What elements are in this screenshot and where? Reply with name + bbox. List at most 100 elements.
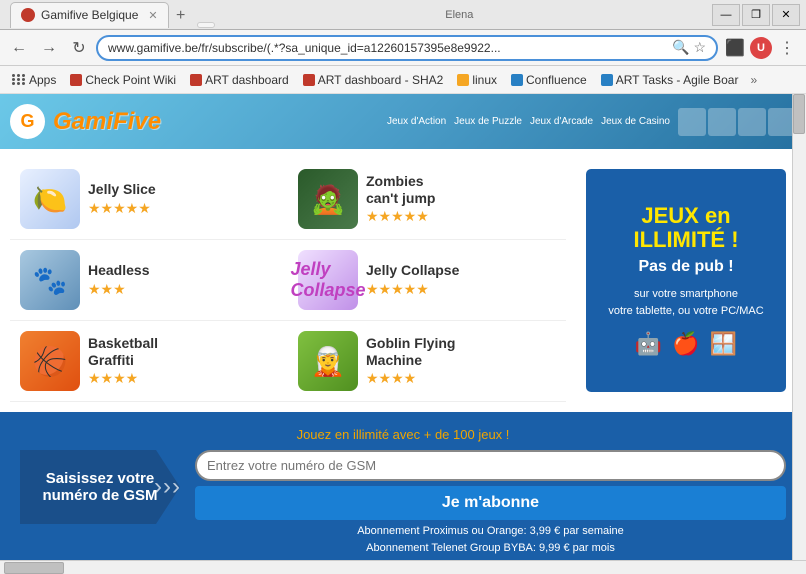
nav-cat-4[interactable]: Jeux de Casino bbox=[601, 116, 670, 127]
main-area: G GamiFive Jeux d'Action Jeux de Puzzle … bbox=[0, 94, 806, 560]
bookmark-checkpoint[interactable]: Check Point Wiki bbox=[64, 71, 182, 89]
bookmark-favicon-1 bbox=[70, 74, 82, 86]
game-thumb-4: JellyCollapse bbox=[298, 250, 358, 310]
apple-icon: 🍎 bbox=[672, 331, 699, 357]
scrollbar-thumb[interactable] bbox=[793, 94, 805, 134]
game-stars-4: ★★★★★ bbox=[366, 281, 556, 298]
gamifive-logo-text[interactable]: GamiFive bbox=[53, 108, 161, 136]
bookmark-art-sha[interactable]: ART dashboard - SHA2 bbox=[297, 71, 450, 89]
platform-icons: 🤖 🍎 🪟 bbox=[635, 331, 737, 357]
forward-button[interactable]: → bbox=[36, 35, 62, 61]
tab-close-button[interactable]: ✕ bbox=[148, 9, 157, 22]
nav-categories: Jeux d'Action Jeux de Puzzle Jeux d'Arca… bbox=[387, 116, 670, 127]
elena-label: Elena bbox=[445, 9, 473, 21]
promo-title: JEUX enILLIMITÉ !Pas de pub ! bbox=[633, 204, 738, 277]
tab-favicon bbox=[21, 8, 35, 22]
address-text: www.gamifive.be/fr/subscribe/(.*?sa_uniq… bbox=[108, 41, 672, 55]
chevron-3: › bbox=[172, 473, 180, 501]
subscription-inner: Saisissez votre numéro de GSM › › › Je m… bbox=[20, 450, 786, 560]
cat-thumb-3 bbox=[738, 108, 766, 136]
close-button[interactable]: ✕ bbox=[772, 4, 800, 26]
bookmark-linux[interactable]: linux bbox=[451, 71, 503, 89]
toolbar-right: ⬛ U ⋮ bbox=[722, 35, 800, 61]
game-thumb-2: 🧟 bbox=[298, 169, 358, 229]
subscription-left: Saisissez votre numéro de GSM › › › bbox=[20, 450, 180, 524]
game-thumb-6: 🧝 bbox=[298, 331, 358, 391]
bookmark-art[interactable]: ART dashboard bbox=[184, 71, 295, 89]
game-info-3: Headless ★★★ bbox=[88, 262, 278, 298]
bookmark-favicon-4 bbox=[457, 74, 469, 86]
game-info-5: BasketballGraffiti ★★★★ bbox=[88, 335, 278, 388]
game-item-1[interactable]: 🍋 Jelly Slice ★★★★★ bbox=[10, 159, 288, 240]
nav-cat-2[interactable]: Jeux de Puzzle bbox=[454, 116, 522, 127]
bookmark-confluence[interactable]: Confluence bbox=[505, 71, 593, 89]
new-tab-button[interactable]: + bbox=[169, 4, 193, 28]
bookmark-favicon-2 bbox=[190, 74, 202, 86]
scrollbar-track[interactable] bbox=[792, 94, 806, 560]
bookmark-favicon-5 bbox=[511, 74, 523, 86]
menu-icon[interactable]: ⋮ bbox=[774, 35, 800, 61]
game-title-5: BasketballGraffiti bbox=[88, 335, 278, 369]
title-bar: Gamifive Belgique ✕ + Elena — ❐ ✕ bbox=[0, 0, 806, 30]
back-button[interactable]: ← bbox=[6, 35, 32, 61]
star-icon[interactable]: ☆ bbox=[693, 39, 706, 56]
game-info-2: Zombiescan't jump ★★★★★ bbox=[366, 173, 556, 226]
active-tab[interactable]: Gamifive Belgique ✕ bbox=[10, 2, 169, 28]
window-controls: — ❐ ✕ bbox=[712, 4, 800, 26]
games-section: 🍋 Jelly Slice ★★★★★ 🧟 Zombiescan't jump bbox=[0, 149, 806, 412]
windows-icon: 🪟 bbox=[710, 331, 737, 357]
address-icons: 🔍 ☆ bbox=[672, 39, 706, 56]
refresh-button[interactable]: ↻ bbox=[66, 35, 92, 61]
apps-bookmark[interactable]: Apps bbox=[6, 71, 62, 89]
bookmark-label-5: Confluence bbox=[526, 73, 587, 87]
subscription-info-2: Abonnement Telenet Group BYBA: 9,99 € pa… bbox=[195, 542, 786, 554]
game-item-6[interactable]: 🧝 Goblin FlyingMachine ★★★★ bbox=[288, 321, 566, 402]
game-item-5[interactable]: 🏀 BasketballGraffiti ★★★★ bbox=[10, 321, 288, 402]
bookmark-favicon-6 bbox=[601, 74, 613, 86]
bookmark-label-4: linux bbox=[472, 73, 497, 87]
cat-thumb-1 bbox=[678, 108, 706, 136]
tab-label: Gamifive Belgique bbox=[41, 8, 138, 22]
profile-icon[interactable]: U bbox=[750, 37, 772, 59]
maximize-button[interactable]: ❐ bbox=[742, 4, 770, 26]
game-stars-6: ★★★★ bbox=[366, 370, 556, 387]
game-item-3[interactable]: 🐾 Headless ★★★ bbox=[10, 240, 288, 321]
page-content: G GamiFive Jeux d'Action Jeux de Puzzle … bbox=[0, 94, 806, 574]
game-title-2: Zombiescan't jump bbox=[366, 173, 556, 207]
chevrons: › › › bbox=[154, 473, 180, 501]
promo-panel: JEUX enILLIMITÉ !Pas de pub ! sur votre … bbox=[586, 169, 786, 392]
horizontal-scrollbar[interactable] bbox=[0, 560, 806, 574]
chevron-2: › bbox=[163, 473, 171, 501]
search-icon[interactable]: 🔍 bbox=[672, 39, 689, 56]
bookmark-label-6: ART Tasks - Agile Boar bbox=[616, 73, 739, 87]
subscribe-button[interactable]: Je m'abonne bbox=[195, 486, 786, 520]
game-title-3: Headless bbox=[88, 262, 278, 279]
more-bookmarks-button[interactable]: » bbox=[746, 71, 761, 89]
extension-icon[interactable]: ⬛ bbox=[722, 35, 748, 61]
game-title-6: Goblin FlyingMachine bbox=[366, 335, 556, 369]
gamifive-logo-icon: G bbox=[10, 104, 45, 139]
gsm-input[interactable] bbox=[195, 450, 786, 481]
cat-thumb-2 bbox=[708, 108, 736, 136]
category-thumbnails bbox=[678, 108, 796, 136]
minimize-button[interactable]: — bbox=[712, 4, 740, 26]
nav-cat-3[interactable]: Jeux d'Arcade bbox=[530, 116, 593, 127]
game-stars-3: ★★★ bbox=[88, 281, 278, 298]
address-bar[interactable]: www.gamifive.be/fr/subscribe/(.*?sa_uniq… bbox=[96, 35, 718, 61]
gamifive-header: G GamiFive Jeux d'Action Jeux de Puzzle … bbox=[0, 94, 806, 149]
subscription-info-1: Abonnement Proximus ou Orange: 3,99 € pa… bbox=[195, 525, 786, 537]
game-stars-2: ★★★★★ bbox=[366, 208, 556, 225]
bookmark-label-3: ART dashboard - SHA2 bbox=[318, 73, 444, 87]
subscription-legal: En cliquant sur le bouton, je confirme a… bbox=[195, 559, 786, 560]
subscription-left-label: Saisissez votre numéro de GSM bbox=[30, 470, 170, 504]
bookmark-label-1: Check Point Wiki bbox=[85, 73, 176, 87]
hscrollbar-thumb[interactable] bbox=[4, 562, 64, 574]
nav-cat-1[interactable]: Jeux d'Action bbox=[387, 116, 446, 127]
game-title-1: Jelly Slice bbox=[88, 181, 278, 198]
bookmark-label-2: ART dashboard bbox=[205, 73, 289, 87]
game-item-4[interactable]: JellyCollapse Jelly Collapse ★★★★★ bbox=[288, 240, 566, 321]
tab-bar: Gamifive Belgique ✕ + bbox=[6, 2, 215, 28]
bookmark-art-tasks[interactable]: ART Tasks - Agile Boar bbox=[595, 71, 745, 89]
game-item-2[interactable]: 🧟 Zombiescan't jump ★★★★★ bbox=[288, 159, 566, 240]
game-stars-1: ★★★★★ bbox=[88, 200, 278, 217]
